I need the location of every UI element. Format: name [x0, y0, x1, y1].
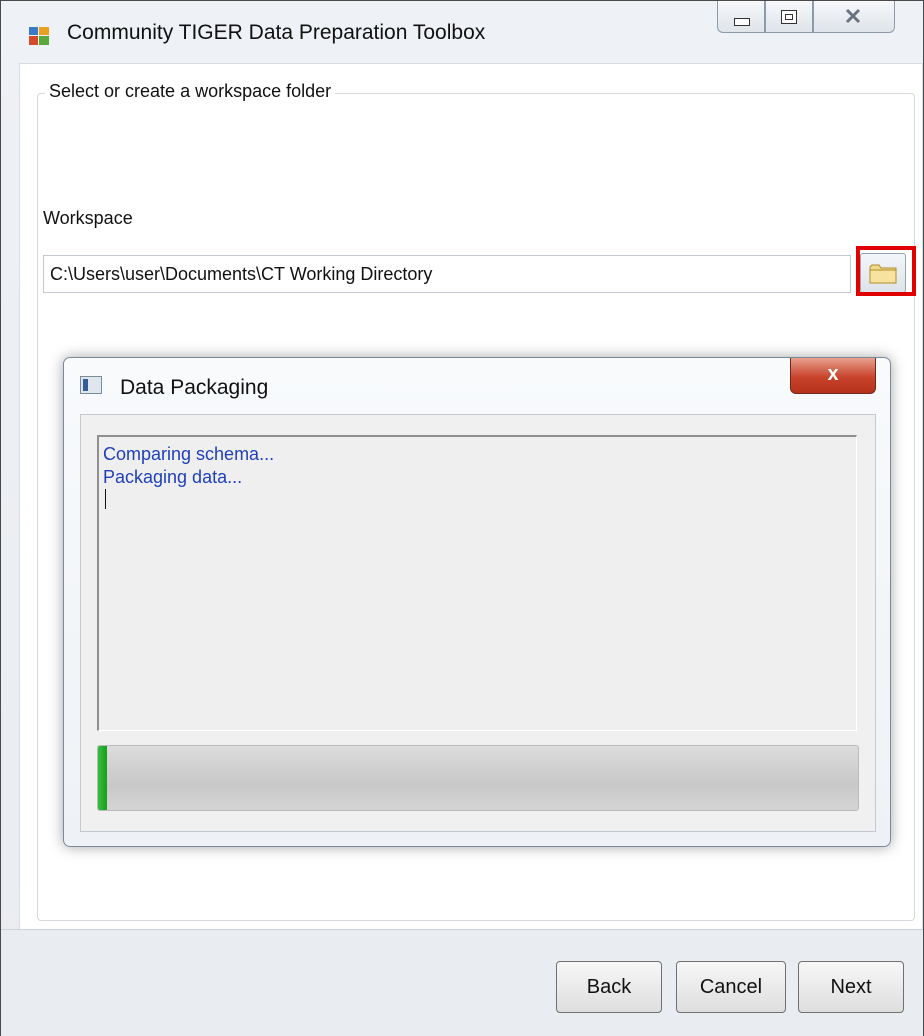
workspace-group-title: Select or create a workspace folder	[45, 81, 336, 102]
maximize-button[interactable]	[765, 1, 813, 33]
close-button[interactable]	[813, 1, 895, 33]
dialog-window-icon	[80, 376, 102, 394]
window-title: Community TIGER Data Preparation Toolbox	[67, 21, 486, 44]
minimize-button[interactable]	[717, 1, 765, 33]
minimize-icon	[734, 18, 750, 26]
highlight-box	[856, 246, 916, 296]
dialog-close-button[interactable]: x	[790, 358, 876, 394]
window-controls	[717, 1, 917, 33]
progress-bar	[97, 745, 859, 811]
workspace-label: Workspace	[43, 208, 133, 228]
maximize-icon	[781, 10, 797, 24]
back-button[interactable]: Back	[556, 961, 662, 1013]
log-textbox[interactable]: Comparing schema... Packaging data...	[97, 435, 857, 731]
next-button[interactable]: Next	[798, 961, 904, 1013]
cancel-button[interactable]: Cancel	[676, 961, 786, 1013]
close-icon	[845, 8, 861, 24]
app-window-icon	[29, 27, 49, 45]
dialog-title: Data Packaging	[120, 376, 269, 399]
title-bar[interactable]: Community TIGER Data Preparation Toolbox	[1, 1, 923, 63]
main-window: Community TIGER Data Preparation Toolbox…	[0, 0, 924, 1036]
dialog-body: Comparing schema... Packaging data...	[80, 414, 876, 832]
progress-fill	[98, 746, 108, 810]
data-packaging-dialog: Data Packaging x Comparing schema... Pac…	[63, 357, 891, 847]
workspace-path-input[interactable]	[43, 255, 851, 293]
text-caret	[105, 489, 106, 509]
log-line: Comparing schema...	[103, 444, 275, 464]
log-line: Packaging data...	[103, 467, 243, 487]
